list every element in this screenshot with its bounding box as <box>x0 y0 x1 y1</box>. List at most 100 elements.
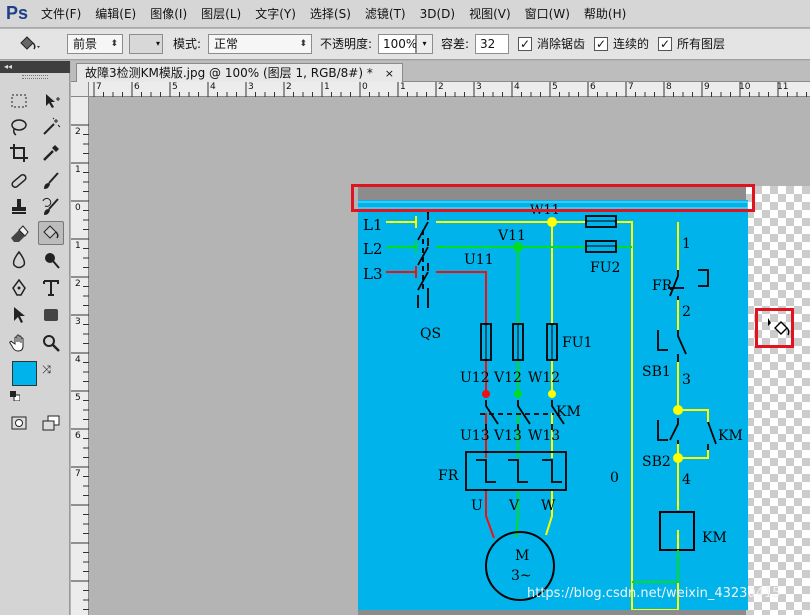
tools-panel-collapse[interactable]: ◂◂ <box>0 61 70 73</box>
vruler-label: 5 <box>75 393 81 403</box>
swap-colors-icon[interactable]: ⤨ <box>42 363 51 377</box>
default-colors-icon[interactable] <box>10 390 21 402</box>
label-u11: U11 <box>464 252 494 268</box>
opacity-dropdown-button[interactable]: ▾ <box>416 34 433 54</box>
tolerance-label: 容差: <box>441 37 470 51</box>
marquee-tool-icon[interactable] <box>6 89 32 113</box>
hruler-label: 7 <box>628 82 634 92</box>
ruler-origin[interactable] <box>71 82 89 97</box>
vruler-label: 1 <box>75 241 81 251</box>
zoom-tool-icon[interactable] <box>38 331 64 355</box>
eraser-tool-icon[interactable] <box>6 222 32 246</box>
menu-3d[interactable]: 3D(D) <box>413 0 462 28</box>
vruler-label: 3 <box>75 317 81 327</box>
antialias-checkbox[interactable]: ✓ <box>518 37 532 51</box>
transparent-region[interactable] <box>746 186 810 615</box>
opacity-input[interactable]: 100% <box>378 34 417 54</box>
menu-select[interactable]: 选择(S) <box>303 0 358 28</box>
pattern-picker[interactable]: ▾ <box>129 34 163 54</box>
label-fu2: FU2 <box>590 260 620 276</box>
label-sb1: SB1 <box>642 364 671 380</box>
label-v11: V11 <box>497 228 526 244</box>
lasso-tool-icon[interactable] <box>6 115 32 139</box>
label-motor-3ph: 3~ <box>511 568 532 584</box>
vruler-label: 6 <box>75 431 81 441</box>
document-tab[interactable]: 故障3检测KM模版.jpg @ 100% (图层 1, RGB/8#) * × <box>76 63 403 82</box>
label-l2: L2 <box>363 240 383 258</box>
type-tool-icon[interactable] <box>38 276 64 300</box>
magic-wand-tool-icon[interactable] <box>38 115 64 139</box>
menu-type[interactable]: 文字(Y) <box>248 0 303 28</box>
vertical-ruler[interactable]: 2 1 0 1 2 3 4 5 6 7 <box>71 97 89 615</box>
blur-tool-icon[interactable] <box>6 248 32 272</box>
hruler-label: 1 <box>400 82 406 92</box>
label-u13: U13 <box>460 428 490 444</box>
hruler-label: 11 <box>777 82 789 92</box>
label-node-3: 3 <box>682 372 691 388</box>
tolerance-input[interactable]: 32 <box>475 34 509 54</box>
all-layers-label: 所有图层 <box>677 37 726 51</box>
highlight-top-strip <box>351 184 755 212</box>
hruler-label: 3 <box>248 82 254 92</box>
all-layers-checkbox[interactable]: ✓ <box>658 37 672 51</box>
paint-bucket-preset-icon[interactable] <box>18 34 42 54</box>
paint-bucket-tool-icon[interactable] <box>38 221 64 245</box>
menu-image[interactable]: 图像(I) <box>143 0 194 28</box>
hruler-label: 6 <box>590 82 596 92</box>
crop-tool-icon[interactable] <box>6 141 32 165</box>
close-icon[interactable]: × <box>385 67 394 80</box>
node-control-4 <box>673 453 683 463</box>
horizontal-ruler[interactable]: 7 6 5 4 3 2 1 0 1 2 3 4 5 6 7 8 9 10 11 <box>89 82 810 97</box>
foreground-color-swatch[interactable] <box>12 361 37 386</box>
menu-layer[interactable]: 图层(L) <box>194 0 248 28</box>
menu-filter[interactable]: 滤镜(T) <box>358 0 413 28</box>
fill-source-select[interactable]: 前景 ⬍ <box>67 34 123 54</box>
label-km-aux: KM <box>718 428 743 444</box>
label-node-1: 1 <box>682 236 691 252</box>
healing-brush-tool-icon[interactable] <box>6 169 32 193</box>
label-l1: L1 <box>363 216 383 234</box>
clone-stamp-tool-icon[interactable] <box>6 195 32 219</box>
hruler-label: 5 <box>552 82 558 92</box>
hruler-label: 7 <box>96 82 102 92</box>
screen-mode-icon[interactable] <box>38 411 64 435</box>
antialias-label: 消除锯齿 <box>537 37 586 51</box>
path-selection-tool-icon[interactable] <box>6 303 32 327</box>
menu-edit[interactable]: 编辑(E) <box>88 0 143 28</box>
vruler-label: 2 <box>75 279 81 289</box>
mode-select[interactable]: 正常 ⬍ <box>208 34 312 54</box>
menu-view[interactable]: 视图(V) <box>462 0 518 28</box>
history-brush-tool-icon[interactable] <box>38 195 64 219</box>
label-v12: V12 <box>493 370 522 386</box>
circuit-schematic[interactable]: L1 L2 L3 QS FU2 W11 V11 U11 FU1 U12 V12 … <box>358 200 748 610</box>
hruler-label: 10 <box>739 82 751 92</box>
dodge-tool-icon[interactable] <box>38 248 64 272</box>
opacity-label: 不透明度: <box>320 37 373 51</box>
options-bar: 前景 ⬍ ▾ 模式: 正常 ⬍ 不透明度: 100% ▾ 容差: 32 ✓ 消除… <box>0 29 810 60</box>
label-qs: QS <box>420 326 441 342</box>
pen-tool-icon[interactable] <box>6 276 32 300</box>
hruler-label: 6 <box>134 82 140 92</box>
hruler-label: 2 <box>286 82 292 92</box>
quick-mask-icon[interactable] <box>6 411 32 435</box>
label-v13: V13 <box>493 428 522 444</box>
hruler-label: 9 <box>704 82 710 92</box>
tools-panel-grip[interactable] <box>22 75 48 79</box>
vruler-label: 2 <box>75 127 81 137</box>
hruler-label: 2 <box>438 82 444 92</box>
label-node-2: 2 <box>682 304 691 320</box>
document-tab-title: 故障3检测KM模版.jpg @ 100% (图层 1, RGB/8#) * <box>85 66 373 80</box>
label-v: V <box>508 498 520 514</box>
move-tool-icon[interactable] <box>38 89 64 113</box>
label-km-coil: KM <box>702 530 727 546</box>
contiguous-checkbox[interactable]: ✓ <box>594 37 608 51</box>
menu-file[interactable]: 文件(F) <box>34 0 88 28</box>
menu-help[interactable]: 帮助(H) <box>577 0 633 28</box>
menu-window[interactable]: 窗口(W) <box>518 0 577 28</box>
highlight-cursor <box>755 308 794 348</box>
hand-tool-icon[interactable] <box>6 331 32 355</box>
node-w11 <box>547 217 557 227</box>
eyedropper-tool-icon[interactable] <box>38 141 64 165</box>
brush-tool-icon[interactable] <box>38 169 64 193</box>
rectangle-tool-icon[interactable] <box>38 303 64 327</box>
